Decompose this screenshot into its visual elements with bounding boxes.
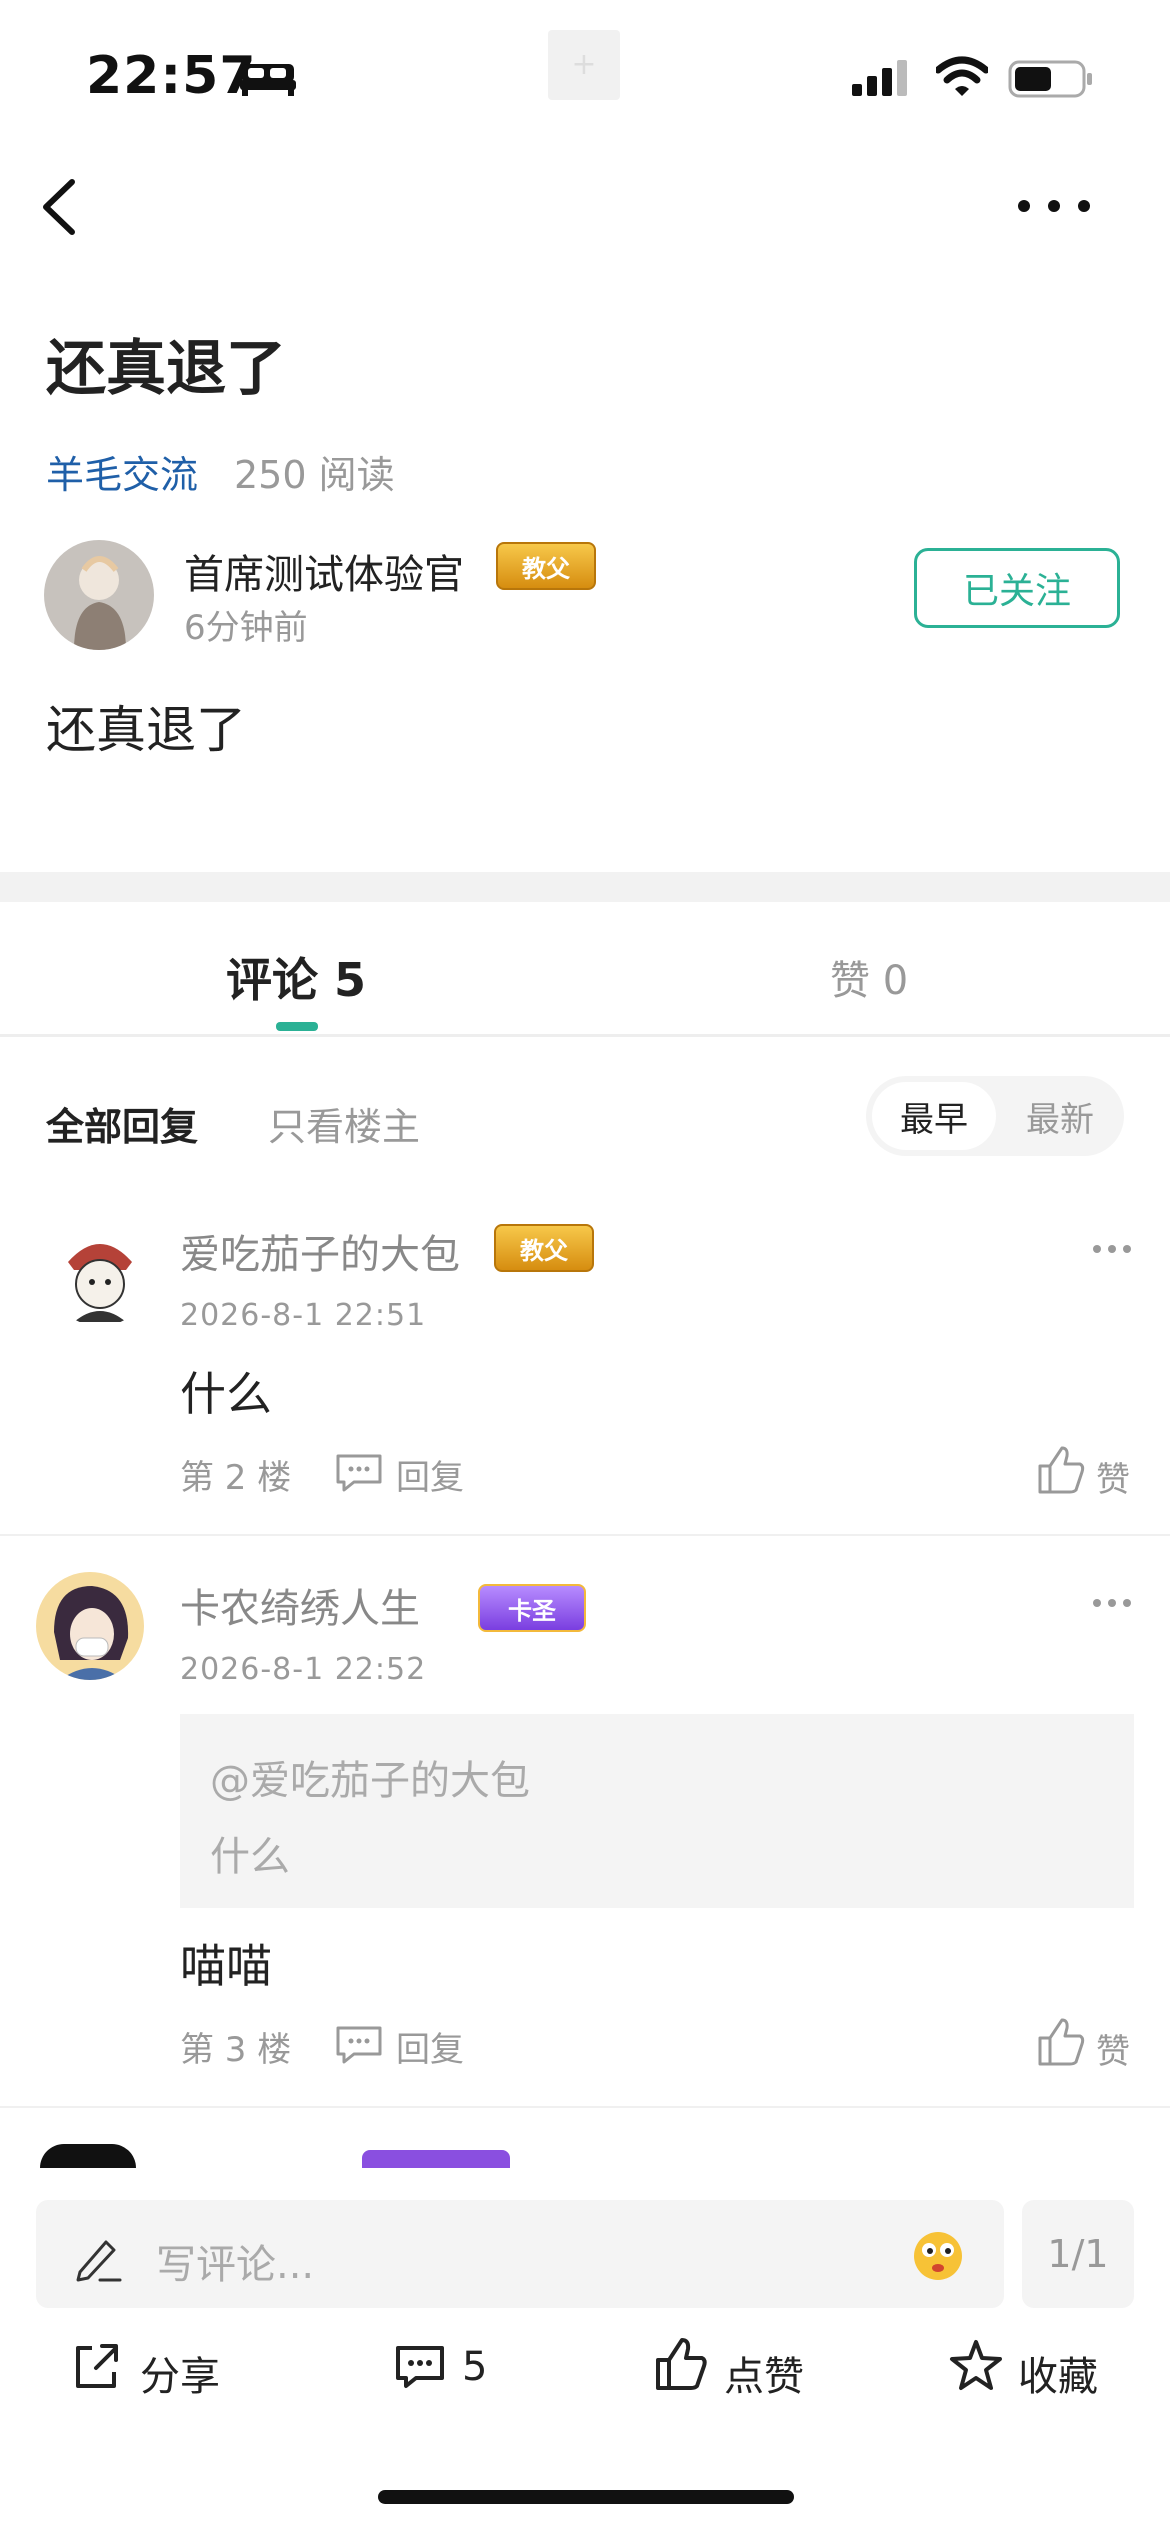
author-badge: 教父: [496, 542, 596, 590]
badge-partial: [362, 2150, 510, 2168]
comment-divider: [0, 1534, 1170, 1536]
home-indicator: [378, 2490, 794, 2504]
favorite-button[interactable]: 收藏: [1018, 2344, 1098, 2402]
topic-link[interactable]: 羊毛交流: [46, 444, 198, 499]
comment-count[interactable]: 5: [462, 2344, 487, 2390]
comment-avatar[interactable]: [46, 1218, 154, 1326]
comment-user[interactable]: 卡农绮绣人生: [180, 1576, 420, 1634]
edit-icon: [76, 2240, 122, 2282]
quoted-reply: [180, 1714, 1134, 1908]
star-icon[interactable]: [948, 2338, 1004, 2392]
bed-icon: [240, 64, 296, 96]
page-indicator[interactable]: 1/1: [1022, 2200, 1134, 2308]
comment-input-placeholder[interactable]: 写评论...: [156, 2232, 314, 2290]
comment-date: 2026-8-1 22:52: [180, 1652, 427, 1687]
comment-avatar-partial: [40, 2144, 136, 2168]
comment-bubble-icon[interactable]: [394, 2344, 446, 2390]
thumb-up-icon[interactable]: [1036, 2016, 1086, 2068]
back-icon[interactable]: [34, 172, 90, 242]
status-time: 22:57: [86, 46, 257, 106]
post-time: 6分钟前: [184, 608, 308, 648]
like-button[interactable]: 点赞: [724, 2344, 804, 2402]
post-title: 还真退了: [46, 334, 286, 404]
tab-indicator: [276, 1022, 318, 1031]
sort-earliest-button[interactable]: 最早: [872, 1082, 996, 1150]
quoted-text: 什么: [210, 1834, 290, 1880]
comment-user-badge: 教父: [494, 1224, 594, 1272]
filter-host-only[interactable]: 只看楼主: [268, 1096, 420, 1151]
thumb-up-icon[interactable]: [1036, 1444, 1086, 1496]
comment-divider: [0, 2106, 1170, 2108]
comment-user-badge: 卡圣: [478, 1584, 586, 1632]
comment-date: 2026-8-1 22:51: [180, 1298, 427, 1333]
wifi-icon: [936, 56, 988, 96]
comment-floor: 第 2 楼: [180, 1458, 292, 1498]
comment-bubble-icon[interactable]: [334, 2024, 384, 2064]
more-icon[interactable]: [1016, 196, 1092, 216]
filter-all-replies[interactable]: 全部回复: [46, 1096, 198, 1151]
comment-more-icon[interactable]: [1092, 1244, 1132, 1254]
comment-like-button[interactable]: 赞: [1096, 1452, 1130, 1501]
comment-text: 什么: [180, 1367, 272, 1421]
comment-user[interactable]: 爱吃茄子的大包: [180, 1222, 460, 1280]
tab-comments[interactable]: 评论 5: [226, 944, 366, 1010]
tab-likes[interactable]: 赞 0: [830, 948, 908, 1006]
share-button[interactable]: 分享: [140, 2344, 220, 2402]
thumb-up-icon[interactable]: [654, 2336, 708, 2392]
tabs-divider: [0, 1034, 1170, 1037]
add-glyph: +: [548, 30, 620, 100]
author-name[interactable]: 首席测试体验官: [184, 542, 464, 600]
author-avatar[interactable]: [44, 540, 154, 650]
read-count: 250 阅读: [234, 453, 395, 497]
comment-text: 喵喵: [180, 1939, 272, 1993]
sort-latest-button[interactable]: 最新: [1002, 1082, 1118, 1150]
comment-avatar[interactable]: [36, 1572, 144, 1680]
follow-button[interactable]: 已关注: [914, 548, 1120, 628]
emoji-icon[interactable]: [908, 2224, 968, 2284]
comment-like-button[interactable]: 赞: [1096, 2024, 1130, 2073]
comment-bubble-icon[interactable]: [334, 1452, 384, 1492]
signal-icon: [852, 60, 907, 96]
battery-icon: [1008, 60, 1092, 98]
comment-more-icon[interactable]: [1092, 1598, 1132, 1608]
section-divider: [0, 872, 1170, 902]
post-body: 还真退了: [46, 701, 246, 759]
comment-reply-button[interactable]: 回复: [396, 2022, 464, 2071]
quoted-user: @爱吃茄子的大包: [210, 1758, 530, 1804]
comment-reply-button[interactable]: 回复: [396, 1450, 464, 1499]
comment-floor: 第 3 楼: [180, 2030, 292, 2070]
share-icon[interactable]: [70, 2340, 122, 2392]
